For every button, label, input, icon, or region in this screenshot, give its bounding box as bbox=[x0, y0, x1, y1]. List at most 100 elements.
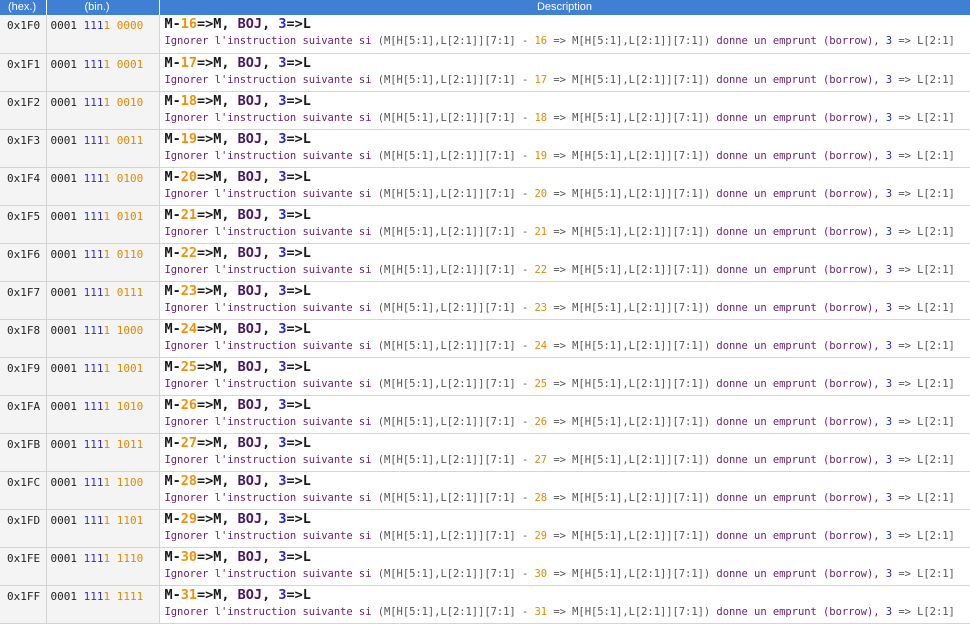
mnemonic-op: BOJ bbox=[237, 434, 263, 451]
instruction-detail: Ignorer l'instruction suivante si (M[H[5… bbox=[165, 528, 970, 544]
detail-mid: => M[H[5:1],L[2:1]][7:1]) bbox=[547, 73, 717, 86]
detail-expr: (M[H[5:1],L[2:1]][7:1] - bbox=[377, 149, 535, 162]
binary-flag-bit: 1 bbox=[103, 95, 111, 109]
mnemonic-op: BOJ bbox=[237, 206, 263, 223]
mnemonic-tail: =>L bbox=[286, 396, 311, 413]
detail-condition: donne un emprunt (borrow), bbox=[716, 567, 886, 580]
opcode-hex: 0x1FE bbox=[0, 547, 47, 585]
instruction-detail: Ignorer l'instruction suivante si (M[H[5… bbox=[165, 33, 970, 49]
mnemonic-sep: , bbox=[262, 358, 279, 375]
mnemonic-offset: 17 bbox=[180, 54, 198, 71]
binary-high-nibble: 0001 bbox=[50, 475, 78, 489]
detail-expr: (M[H[5:1],L[2:1]][7:1] - bbox=[377, 415, 535, 428]
detail-intro: Ignorer l'instruction suivante si bbox=[164, 111, 378, 124]
mnemonic-offset: 25 bbox=[180, 358, 198, 375]
table-row: 0x1FE 0001 1111 1110 M-30=>M, BOJ, 3=>L … bbox=[0, 547, 970, 585]
detail-offset: 26 bbox=[534, 415, 548, 428]
binary-high-nibble: 0001 bbox=[50, 361, 78, 375]
opcode-hex: 0x1FF bbox=[0, 585, 47, 623]
detail-offset: 28 bbox=[534, 491, 548, 504]
binary-flag-bit: 1 bbox=[103, 133, 111, 147]
detail-intro: Ignorer l'instruction suivante si bbox=[164, 263, 378, 276]
detail-mid: => M[H[5:1],L[2:1]][7:1]) bbox=[547, 149, 717, 162]
binary-high-nibble: 0001 bbox=[50, 171, 78, 185]
column-header-description: Description bbox=[159, 0, 970, 15]
opcode-binary: 0001 1111 0010 bbox=[46, 91, 160, 129]
opcode-description: M-27=>M, BOJ, 3=>L Ignorer l'instruction… bbox=[159, 433, 970, 471]
opcode-binary: 0001 1111 0101 bbox=[46, 205, 160, 243]
mnemonic-offset: 24 bbox=[180, 320, 198, 337]
instruction-mnemonic: M-30=>M, BOJ, 3=>L bbox=[165, 549, 970, 566]
mnemonic-prefix: M- bbox=[164, 54, 181, 71]
mnemonic-offset: 20 bbox=[180, 168, 198, 185]
mnemonic-prefix: M- bbox=[164, 16, 181, 32]
opcode-hex: 0x1FA bbox=[0, 395, 47, 433]
detail-tail: => L[2:1] bbox=[892, 35, 955, 47]
detail-offset: 30 bbox=[534, 567, 548, 580]
detail-tail: => L[2:1] bbox=[892, 339, 955, 352]
detail-condition: donne un emprunt (borrow), bbox=[716, 491, 886, 504]
detail-intro: Ignorer l'instruction suivante si bbox=[164, 453, 378, 466]
binary-flag-bit: 1 bbox=[103, 551, 111, 565]
opcode-description: M-31=>M, BOJ, 3=>L Ignorer l'instruction… bbox=[159, 585, 970, 623]
mnemonic-prefix: M- bbox=[164, 320, 181, 337]
detail-expr: (M[H[5:1],L[2:1]][7:1] - bbox=[377, 339, 535, 352]
binary-high-nibble: 0001 bbox=[50, 399, 78, 413]
binary-low-nibble: 1110 bbox=[116, 551, 144, 565]
detail-offset: 20 bbox=[534, 187, 548, 200]
detail-mid: => M[H[5:1],L[2:1]][7:1]) bbox=[547, 453, 717, 466]
opcode-binary: 0001 1111 1000 bbox=[46, 319, 160, 357]
opcode-binary: 0001 1111 0001 bbox=[46, 53, 160, 91]
detail-mid: => M[H[5:1],L[2:1]][7:1]) bbox=[547, 225, 717, 238]
binary-mid-bits: 111 bbox=[83, 285, 104, 299]
mnemonic-dest: =>M, bbox=[197, 586, 238, 603]
binary-low-nibble: 0111 bbox=[116, 285, 144, 299]
instruction-detail: Ignorer l'instruction suivante si (M[H[5… bbox=[165, 300, 970, 316]
binary-mid-bits: 111 bbox=[83, 399, 104, 413]
detail-mid: => M[H[5:1],L[2:1]][7:1]) bbox=[547, 529, 717, 542]
opcode-binary: 0001 1111 0110 bbox=[46, 243, 160, 281]
opcode-binary: 0001 1111 1011 bbox=[46, 433, 160, 471]
instruction-detail: Ignorer l'instruction suivante si (M[H[5… bbox=[165, 224, 970, 240]
detail-offset: 17 bbox=[534, 73, 548, 86]
table-row: 0x1FF 0001 1111 1111 M-31=>M, BOJ, 3=>L … bbox=[0, 585, 970, 623]
table-row: 0x1F0 0001 1111 0000 M-16=>M, BOJ, 3=>L … bbox=[0, 15, 970, 53]
instruction-mnemonic: M-23=>M, BOJ, 3=>L bbox=[165, 283, 970, 300]
detail-mid: => M[H[5:1],L[2:1]][7:1]) bbox=[547, 35, 717, 47]
detail-intro: Ignorer l'instruction suivante si bbox=[164, 225, 378, 238]
mnemonic-sep: , bbox=[262, 168, 279, 185]
mnemonic-dest: =>M, bbox=[197, 168, 238, 185]
binary-flag-bit: 1 bbox=[103, 589, 111, 603]
detail-expr: (M[H[5:1],L[2:1]][7:1] - bbox=[377, 225, 535, 238]
detail-intro: Ignorer l'instruction suivante si bbox=[164, 339, 378, 352]
opcode-hex: 0x1F5 bbox=[0, 205, 47, 243]
mnemonic-dest: =>M, bbox=[197, 92, 238, 109]
table-row: 0x1FD 0001 1111 1101 M-29=>M, BOJ, 3=>L … bbox=[0, 509, 970, 547]
mnemonic-offset: 18 bbox=[180, 92, 198, 109]
mnemonic-prefix: M- bbox=[164, 358, 181, 375]
opcode-hex: 0x1F3 bbox=[0, 129, 47, 167]
table-row: 0x1F6 0001 1111 0110 M-22=>M, BOJ, 3=>L … bbox=[0, 243, 970, 281]
instruction-mnemonic: M-25=>M, BOJ, 3=>L bbox=[165, 359, 970, 376]
detail-offset: 23 bbox=[534, 301, 548, 314]
instruction-detail: Ignorer l'instruction suivante si (M[H[5… bbox=[165, 110, 970, 126]
mnemonic-prefix: M- bbox=[164, 206, 181, 223]
instruction-mnemonic: M-21=>M, BOJ, 3=>L bbox=[165, 207, 970, 224]
binary-flag-bit: 1 bbox=[103, 323, 111, 337]
mnemonic-sep: , bbox=[262, 206, 279, 223]
opcode-description: M-29=>M, BOJ, 3=>L Ignorer l'instruction… bbox=[159, 509, 970, 547]
opcode-description: M-22=>M, BOJ, 3=>L Ignorer l'instruction… bbox=[159, 243, 970, 281]
binary-high-nibble: 0001 bbox=[50, 133, 78, 147]
mnemonic-tail: =>L bbox=[286, 54, 311, 71]
mnemonic-offset: 30 bbox=[180, 548, 198, 565]
mnemonic-offset: 27 bbox=[180, 434, 198, 451]
column-header-hex: (hex.) bbox=[0, 0, 47, 15]
instruction-mnemonic: M-26=>M, BOJ, 3=>L bbox=[165, 397, 970, 414]
detail-intro: Ignorer l'instruction suivante si bbox=[164, 491, 378, 504]
opcode-hex: 0x1F6 bbox=[0, 243, 47, 281]
opcode-description: M-24=>M, BOJ, 3=>L Ignorer l'instruction… bbox=[159, 319, 970, 357]
mnemonic-prefix: M- bbox=[164, 282, 181, 299]
detail-intro: Ignorer l'instruction suivante si bbox=[164, 35, 378, 47]
mnemonic-offset: 22 bbox=[180, 244, 198, 261]
binary-high-nibble: 0001 bbox=[50, 95, 78, 109]
